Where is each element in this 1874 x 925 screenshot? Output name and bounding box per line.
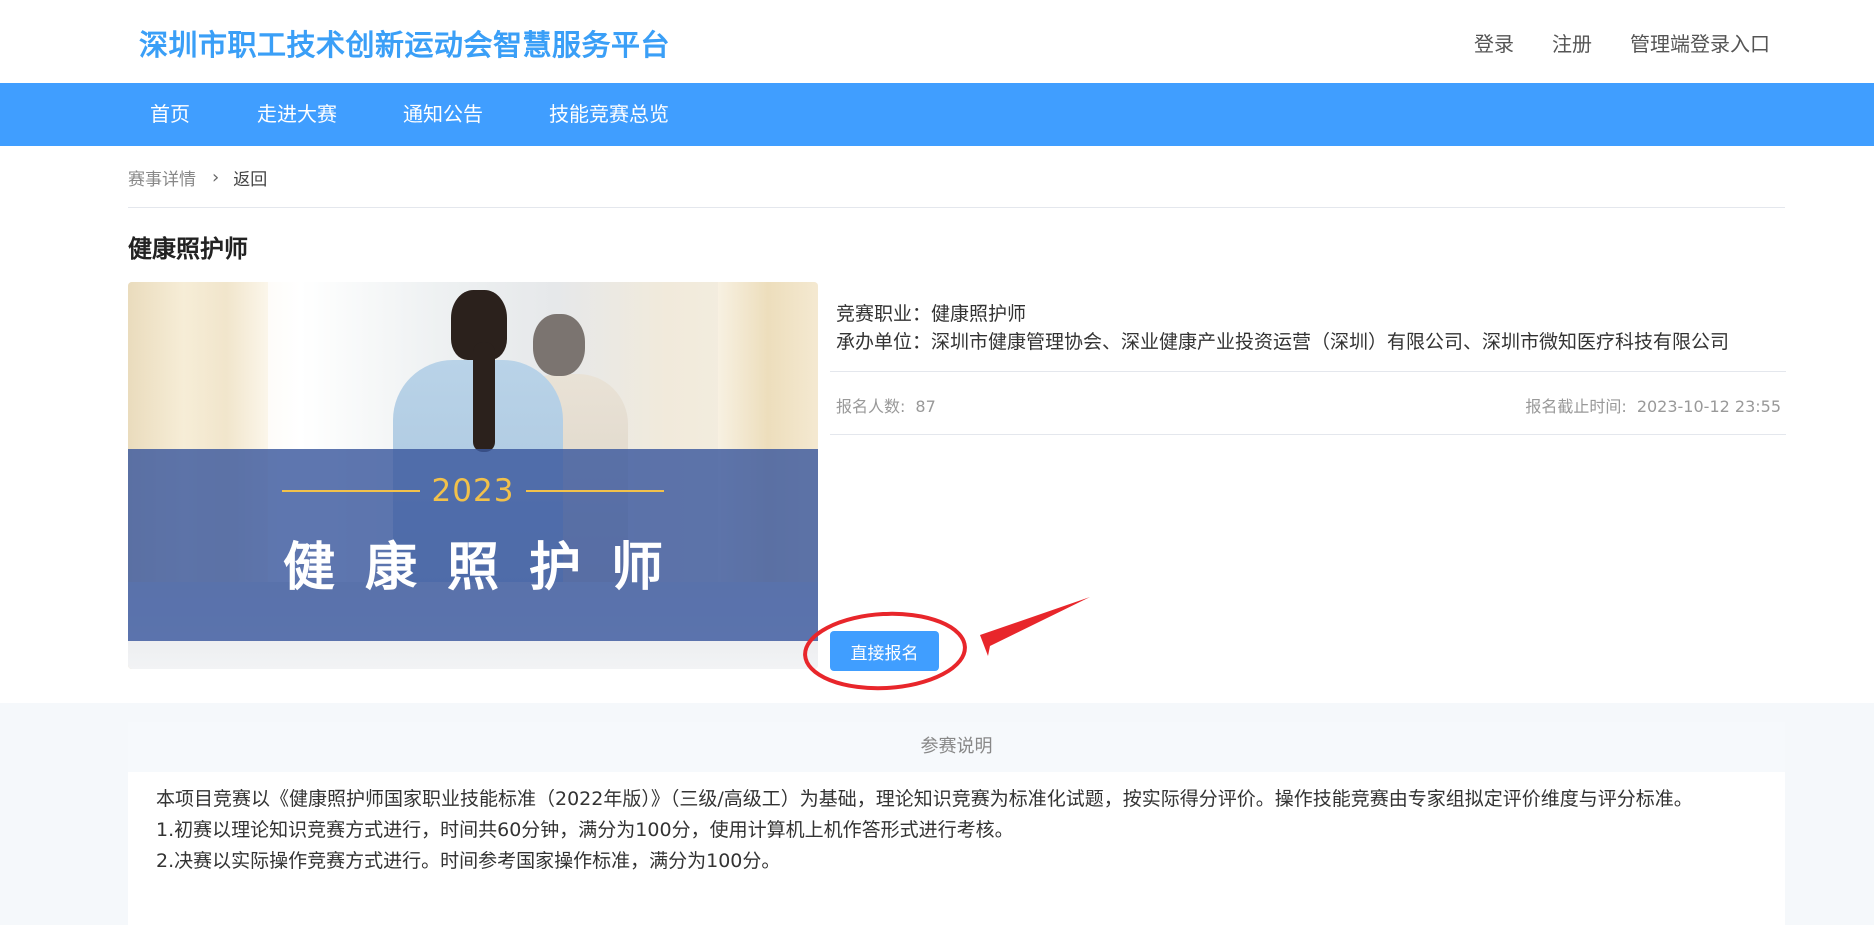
nav-notices[interactable]: 通知公告 xyxy=(403,83,483,146)
organizer-label: 承办单位： xyxy=(836,331,932,353)
event-banner-image: 2023 健康照护师 xyxy=(128,282,818,669)
top-header: 深圳市职工技术创新运动会智慧服务平台 登录 注册 管理端登录入口 xyxy=(0,0,1874,83)
page-title: 健康照护师 xyxy=(128,235,248,263)
occupation-row: 竞赛职业：健康照护师 xyxy=(836,300,1786,328)
nav-overview[interactable]: 技能竞赛总览 xyxy=(549,83,669,146)
banner-year: 2023 xyxy=(431,473,515,509)
breadcrumb-current: 赛事详情 xyxy=(128,169,196,190)
instructions-paragraph: 本项目竞赛以《健康照护师国家职业技能标准（2022年版）》（三级/高级工）为基础… xyxy=(156,788,1693,810)
caregiver-ponytail xyxy=(473,342,495,452)
top-links: 登录 注册 管理端登录入口 xyxy=(1474,28,1770,57)
decor-line xyxy=(281,490,420,492)
banner-year-row: 2023 xyxy=(128,471,818,511)
banner-title-band: 2023 健康照护师 xyxy=(128,449,818,641)
signup-count-label: 报名人数: xyxy=(836,397,906,416)
back-link[interactable]: 返回 xyxy=(233,165,267,190)
divider xyxy=(830,371,1786,372)
occupation-label: 竞赛职业： xyxy=(836,303,932,325)
instructions-paragraph: 2.决赛以实际操作竞赛方式进行。时间参考国家操作标准，满分为100分。 xyxy=(156,850,781,872)
instructions-paragraph: 1.初赛以理论知识竞赛方式进行，时间共60分钟，满分为100分，使用计算机上机作… xyxy=(156,819,1014,841)
event-info: 竞赛职业：健康照护师 承办单位：深圳市健康管理协会、深业健康产业投资运营（深圳）… xyxy=(836,300,1786,356)
signup-count-value: 87 xyxy=(915,397,936,416)
register-link[interactable]: 注册 xyxy=(1552,28,1592,57)
breadcrumb: 赛事详情 › 返回 xyxy=(128,164,267,190)
nav-home[interactable]: 首页 xyxy=(150,83,190,146)
banner-title: 健康照护师 xyxy=(282,538,693,598)
deadline-label: 报名截止时间: xyxy=(1525,397,1627,416)
elder-head xyxy=(533,314,585,376)
organizer-row: 承办单位：深圳市健康管理协会、深业健康产业投资运营（深圳）有限公司、深圳市微知医… xyxy=(836,328,1786,356)
red-arrow-annotation xyxy=(980,597,1090,656)
site-title: 深圳市职工技术创新运动会智慧服务平台 xyxy=(139,28,671,62)
deadline-value: 2023-10-12 23:55 xyxy=(1636,397,1781,416)
instructions-heading: 参赛说明 xyxy=(128,722,1785,772)
main-nav: 首页 走进大赛 通知公告 技能竞赛总览 xyxy=(0,83,1874,146)
divider xyxy=(128,207,1785,208)
nav-about[interactable]: 走进大赛 xyxy=(257,83,337,146)
signup-deadline: 报名截止时间: 2023-10-12 23:55 xyxy=(1525,393,1781,417)
login-link[interactable]: 登录 xyxy=(1474,28,1514,57)
decor-line xyxy=(526,490,665,492)
admin-login-link[interactable]: 管理端登录入口 xyxy=(1630,28,1770,57)
signup-count: 报名人数: 87 xyxy=(836,393,936,417)
instructions-card: 参赛说明 本项目竞赛以《健康照护师国家职业技能标准（2022年版）》（三级/高级… xyxy=(128,722,1785,925)
signup-button[interactable]: 直接报名 xyxy=(830,631,939,671)
divider xyxy=(830,434,1786,435)
organizer-value: 深圳市健康管理协会、深业健康产业投资运营（深圳）有限公司、深圳市微知医疗科技有限… xyxy=(931,331,1730,353)
chevron-right-icon: › xyxy=(212,166,220,188)
instructions-body: 本项目竞赛以《健康照护师国家职业技能标准（2022年版）》（三级/高级工）为基础… xyxy=(128,772,1785,877)
occupation-value: 健康照护师 xyxy=(931,303,1027,325)
